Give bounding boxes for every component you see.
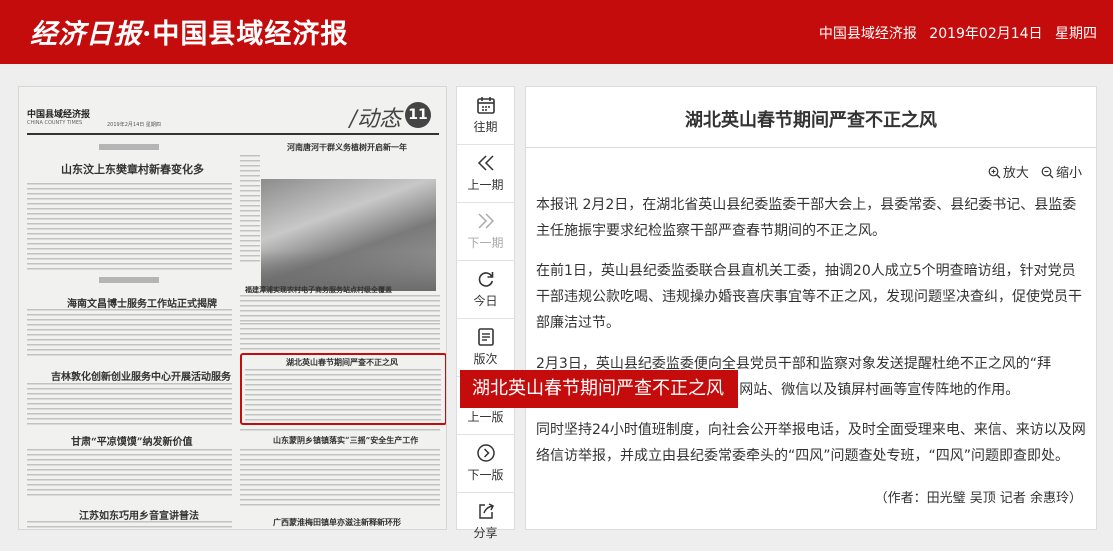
story-body <box>245 369 441 421</box>
toolbar-prev-issue-button[interactable]: 上一期 <box>457 145 514 203</box>
refresh-icon <box>457 261 514 291</box>
toolbar-label: 下一版 <box>467 468 504 482</box>
story-body[interactable] <box>27 521 232 529</box>
story-headline[interactable]: 山东汶上东樊章村新春变化多 <box>61 161 204 177</box>
story-headline[interactable]: 海南文昌博士服务工作站正式揭牌 <box>67 295 217 310</box>
page-section-label: /动态 <box>349 107 401 132</box>
toolbar-label: 版次 <box>473 352 498 366</box>
story-body[interactable] <box>240 449 440 509</box>
toolbar-editions-button[interactable]: 版次 <box>457 319 514 377</box>
issue-toolbar: 往期 上一期 下一期 今日 版次 上一版 下一版 分享 <box>456 86 515 540</box>
story-body[interactable] <box>240 323 440 351</box>
toolbar-label: 往期 <box>473 120 498 134</box>
page-masthead-en: CHINA COUNTY TIMES <box>27 120 83 126</box>
highlighted-article-area[interactable]: 湖北英山春节期间严查不正之风 <box>240 353 446 425</box>
story-body[interactable] <box>240 429 440 433</box>
zoom-in-label: 放大 <box>1002 166 1029 181</box>
double-chevron-left-icon <box>457 145 514 175</box>
page-date-line: 2019年2月14日 星期四 <box>107 122 161 128</box>
toolbar-next-page-button[interactable]: 下一版 <box>457 435 514 493</box>
story-headline[interactable]: 广西蒙淮梅田镇单亦滋注新释新环形 <box>273 517 401 528</box>
layout-icon <box>457 319 514 349</box>
header-weekday: 星期四 <box>1055 26 1097 42</box>
zoom-out-label: 缩小 <box>1055 166 1082 181</box>
logo-name: 中国县域经济报 <box>152 19 349 50</box>
story-body[interactable] <box>240 295 440 325</box>
article-panel: 湖北英山春节期间严查不正之风 放大 缩小 本报讯 2月2日，在湖北省英山县纪委监… <box>525 86 1097 530</box>
zoom-out-button[interactable]: 缩小 <box>1041 162 1082 181</box>
story-headline[interactable]: 吉林敦化创新创业服务中心开展活动服务 <box>51 368 231 383</box>
story-headline: 湖北英山春节期间严查不正之风 <box>286 357 398 367</box>
article-paragraph: 本报讯 2月2日，在湖北省英山县纪委监委干部大会上，县委常委、县纪委书记、县监委… <box>536 197 1077 239</box>
site-header: 经济日报·中国县域经济报 中国县域经济报 2019年02月14日 星期四 <box>0 0 1113 64</box>
story-body[interactable] <box>27 383 232 428</box>
logo-script-text: 经济日报 <box>30 19 142 50</box>
toolbar-label: 分享 <box>473 526 498 540</box>
toolbar-archive-button[interactable]: 往期 <box>457 87 514 145</box>
calendar-icon <box>457 87 514 117</box>
toolbar-share-button[interactable]: 分享 <box>457 493 514 551</box>
page-number-badge: 11 <box>405 102 431 128</box>
double-chevron-right-icon <box>457 203 514 233</box>
story-body[interactable] <box>27 309 232 359</box>
toolbar-label: 今日 <box>473 294 498 308</box>
newspaper-page-image: 中国县域经济报 CHINA COUNTY TIMES 2019年2月14日 星期… <box>18 86 447 530</box>
toolbar-label: 下一期 <box>467 236 504 250</box>
story-body[interactable] <box>240 155 260 265</box>
toolbar-label: 上一版 <box>467 410 504 424</box>
site-logo[interactable]: 经济日报·中国县域经济报 <box>30 12 348 51</box>
zoom-out-icon <box>1041 166 1054 179</box>
toolbar-next-issue-button[interactable]: 下一期 <box>457 203 514 261</box>
header-info: 中国县域经济报 2019年02月14日 星期四 <box>811 23 1097 43</box>
article-paragraph: 同时坚持24小时值班制度，向社会公开举报电话，及时全面受理来电、来信、来访以及网… <box>536 422 1086 464</box>
header-site-name: 中国县域经济报 <box>818 26 917 42</box>
page-masthead-name: 中国县域经济报 <box>27 110 91 120</box>
toolbar-label: 上一期 <box>467 178 504 192</box>
article-byline: （作者：田光璧 吴顶 记者 余惠玲） <box>874 491 1082 506</box>
section-tag <box>99 277 159 283</box>
logo-dot: · <box>142 19 153 50</box>
story-body[interactable] <box>27 449 232 499</box>
news-photo[interactable] <box>261 179 436 291</box>
page-masthead: 中国县域经济报 CHINA COUNTY TIMES 2019年2月14日 星期… <box>27 101 439 135</box>
zoom-in-button[interactable]: 放大 <box>988 162 1029 181</box>
header-date: 2019年02月14日 <box>929 26 1043 42</box>
section-tag <box>99 144 159 150</box>
article-title: 湖北英山春节期间严查不正之风 <box>685 110 937 131</box>
story-headline[interactable]: 福建漳浦实现农村电子商务服务站点村级全覆盖 <box>245 285 392 295</box>
article-paragraph: 在前1日，英山县纪委监委联合县直机关工委，抽调20人成立5个明查暗访组，针对党员… <box>536 263 1082 331</box>
chevron-right-circle-icon <box>457 435 514 465</box>
title-divider <box>526 147 1096 148</box>
font-zoom-controls: 放大 缩小 <box>980 162 1082 181</box>
story-headline[interactable]: 甘肃“平凉馍馍”纳发新价值 <box>71 433 193 448</box>
story-headline[interactable]: 江苏如东巧用乡音宣讲普法 <box>79 507 199 522</box>
story-headline[interactable]: 山东蒙阴乡镇镇落实“三摇”安全生产工作 <box>273 435 418 446</box>
story-headline[interactable]: 河南唐河干群义务植树开启新一年 <box>287 142 407 153</box>
story-body[interactable] <box>27 183 232 273</box>
toolbar-today-button[interactable]: 今日 <box>457 261 514 319</box>
article-hover-tooltip[interactable]: 湖北英山春节期间严查不正之风 <box>460 370 738 408</box>
zoom-in-icon <box>988 166 1001 179</box>
share-icon <box>457 493 514 523</box>
